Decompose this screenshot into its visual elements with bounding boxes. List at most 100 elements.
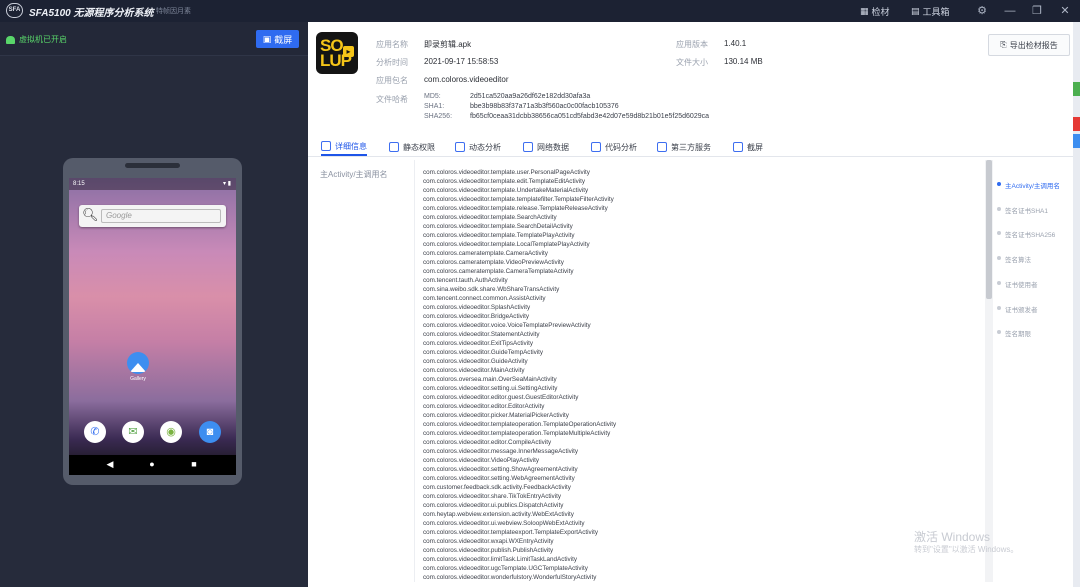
- edge-mark-blue: [1073, 134, 1080, 148]
- battery-icon: ▾ ▮: [223, 181, 231, 187]
- phone-nav-bar: ◀ ● ■: [69, 455, 236, 475]
- anchor-link[interactable]: 证书颁发者: [1005, 304, 1038, 314]
- phone-status-bar: 8:15 ▾ ▮: [69, 178, 236, 190]
- edge-mark-red: [1073, 117, 1080, 131]
- activity-list-item: com.customer.feedback.sdk.activity.Feedb…: [423, 484, 571, 491]
- restore-icon[interactable]: ❐: [1030, 4, 1044, 18]
- anchor-link[interactable]: 签名算法: [1005, 254, 1031, 264]
- emulator-toolbar: 虚拟机已开启 ▣ 截屏: [0, 22, 308, 56]
- android-app-icon[interactable]: ◉: [160, 421, 182, 443]
- activity-list-item: com.coloros.videoeditor.template.Templat…: [423, 232, 575, 239]
- activity-list-item: com.coloros.videoeditor.editor.EditorAct…: [423, 403, 545, 410]
- activity-list-item: com.coloros.videoeditor.BridgeActivity: [423, 313, 530, 320]
- minimize-icon[interactable]: —: [1003, 4, 1017, 18]
- third-party-icon: [657, 142, 667, 152]
- tab-static-permissions[interactable]: 静态权限: [389, 138, 435, 156]
- activity-list[interactable]: com.coloros.videoeditor.template.user.Pe…: [414, 160, 992, 582]
- anchor-dot: [997, 206, 1001, 211]
- windows-watermark-text: 转到"设置"以激活 Windows。: [914, 545, 1019, 554]
- activity-list-item: com.coloros.videoeditor.GuideActivity: [423, 358, 528, 365]
- activity-list-item: com.sina.weibo.sdk.share.WbShareTransAct…: [423, 286, 560, 293]
- tab-network-data[interactable]: 网络数据: [523, 138, 569, 156]
- tab-code-analysis-label: 代码分析: [605, 142, 637, 152]
- analysis-time-value: 2021-09-17 15:58:53: [424, 57, 499, 66]
- activity-list-item: com.coloros.videoeditor.StatementActivit…: [423, 331, 540, 338]
- phone-screen[interactable]: 8:15 ▾ ▮ 🔍︎ Google Gallery ✆ ✉ ◉ ◙ ◀ ● ■: [69, 178, 236, 475]
- messages-icon[interactable]: ✉: [122, 421, 144, 443]
- activity-list-item: com.heytap.webview.extension.activity.We…: [423, 511, 574, 518]
- file-hash-label: 文件哈希: [376, 95, 408, 104]
- app-title: SFA5100 无源程序分析系统: [29, 8, 154, 19]
- google-search-widget[interactable]: 🔍︎ Google: [79, 205, 226, 227]
- activity-list-item: com.coloros.videoeditor.publish.PublishA…: [423, 547, 554, 554]
- anchor-link[interactable]: 证书使用者: [1005, 279, 1038, 289]
- activity-list-item: com.coloros.videoeditor.template.SearchA…: [423, 214, 557, 221]
- dynamic-icon: [455, 142, 465, 152]
- activity-list-item: com.coloros.videoeditor.template.user.Pe…: [423, 169, 590, 176]
- tab-details[interactable]: 详细信息: [321, 138, 367, 156]
- screenshot-button[interactable]: ▣ 截屏: [256, 30, 299, 48]
- anchor-dot: [997, 330, 1001, 335]
- tab-screenshot[interactable]: 截屏: [733, 138, 763, 156]
- anchor-link[interactable]: 签名证书SHA256: [1005, 229, 1055, 239]
- activity-list-item: com.coloros.videoeditor.templateexport.T…: [423, 529, 598, 536]
- details-icon: [321, 141, 331, 151]
- activity-list-item: com.coloros.videoeditor.template.SearchD…: [423, 223, 573, 230]
- app-subtitle: 特帧因月素: [156, 8, 191, 15]
- permission-icon: [389, 142, 399, 152]
- package-label: 应用包名: [376, 76, 408, 85]
- activity-list-item: com.coloros.videoeditor.template.edit.Te…: [423, 178, 586, 185]
- activity-list-item: com.coloros.videoeditor.editor.CompileAc…: [423, 439, 552, 446]
- toolbox-button[interactable]: ▤ 工具箱: [911, 4, 950, 18]
- main-activity-label: 主Activity/主调用名: [320, 170, 388, 179]
- toolbox-label: 工具箱: [922, 6, 950, 17]
- anchor-dot: [997, 256, 1001, 261]
- emulator-status: 虚拟机已开启: [6, 34, 67, 45]
- tab-code-analysis[interactable]: 代码分析: [591, 138, 637, 156]
- tab-static-permissions-label: 静态权限: [403, 142, 435, 152]
- anchor-link[interactable]: 主Activity/主调用名: [1005, 180, 1060, 190]
- android-icon: [6, 35, 15, 44]
- activity-list-item: com.coloros.videoeditor.setting.ui.Setti…: [423, 385, 558, 392]
- gallery-app[interactable]: Gallery: [125, 352, 151, 382]
- phone-time: 8:15: [73, 181, 85, 187]
- google-search-input[interactable]: Google: [101, 209, 221, 223]
- home-icon[interactable]: ●: [146, 459, 158, 469]
- sha256-value: fb65cf0ceaa31dcbb38656ca051cd5fabd3e42d0…: [470, 113, 710, 120]
- tab-dynamic-analysis[interactable]: 动态分析: [455, 138, 501, 156]
- desktop-edge: [1073, 22, 1080, 587]
- activity-scroll-thumb[interactable]: [986, 160, 992, 299]
- analysis-time-label: 分析时间: [376, 58, 408, 67]
- gallery-label: Gallery: [130, 376, 146, 382]
- camera-icon[interactable]: ◙: [199, 421, 221, 443]
- tab-third-party[interactable]: 第三方服务: [657, 138, 711, 156]
- activity-list-item: com.coloros.videoeditor.picker.MaterialP…: [423, 412, 569, 419]
- back-icon[interactable]: ◀: [104, 459, 116, 470]
- activity-list-item: com.coloros.videoeditor.ui.publics.Dispa…: [423, 502, 564, 509]
- activity-scrollbar[interactable]: [985, 160, 993, 582]
- grid-icon: ▦: [860, 5, 869, 16]
- network-icon: [523, 142, 533, 152]
- title-bar: SFA SFA5100 无源程序分析系统 特帧因月素 ▦ 检材 ▤ 工具箱 ⚙ …: [0, 0, 1080, 22]
- app-name-value: 即录剪辑.apk: [424, 40, 472, 49]
- recents-icon[interactable]: ■: [188, 459, 200, 469]
- activity-list-item: com.coloros.videoeditor.message.InnerMes…: [423, 448, 579, 455]
- package-value: com.coloros.videoeditor: [424, 75, 509, 84]
- app-window: SFA SFA5100 无源程序分析系统 特帧因月素 ▦ 检材 ▤ 工具箱 ⚙ …: [0, 0, 1080, 587]
- md5-value: 2d51ca520aa9a26df62e182dd30afa3a: [470, 93, 591, 100]
- anchor-link[interactable]: 签名证书SHA1: [1005, 205, 1048, 215]
- activity-list-item: com.coloros.videoeditor.ui.webview.Soloo…: [423, 520, 585, 527]
- activity-list-item: com.coloros.videoeditor.template.Underta…: [423, 187, 589, 194]
- sha1-value: bbe3b98b83f37a71a3b3f560ac0c00facb105376: [470, 103, 619, 110]
- activity-list-item: com.coloros.videoeditor.setting.ShowAgre…: [423, 466, 578, 473]
- emulator-panel: 虚拟机已开启 ▣ 截屏 8:15 ▾ ▮ 🔍︎ Google Gallery ✆…: [0, 22, 308, 587]
- tab-third-party-label: 第三方服务: [671, 142, 711, 152]
- close-icon[interactable]: ✕: [1058, 4, 1072, 18]
- anchor-link[interactable]: 签名期限: [1005, 328, 1031, 338]
- export-report-button[interactable]: ⎘ 导出检材报告: [988, 34, 1070, 56]
- check-material-button[interactable]: ▦ 检材: [860, 4, 890, 18]
- settings-icon[interactable]: ⚙: [975, 4, 989, 18]
- tab-details-label: 详细信息: [335, 141, 367, 151]
- phone-dialer-icon[interactable]: ✆: [84, 421, 106, 443]
- activity-list-item: com.coloros.videoeditor.template.templat…: [423, 196, 614, 203]
